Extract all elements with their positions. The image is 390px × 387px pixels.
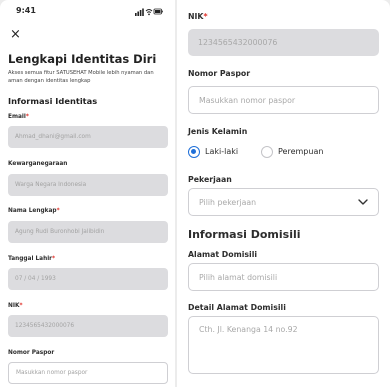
paspor-placeholder: Masukkan nomor paspor — [199, 95, 296, 105]
section-title-identitas: Informasi Identitas — [8, 96, 98, 106]
status-time: 9:41 — [16, 6, 36, 15]
nik-label: NIK* — [8, 303, 23, 309]
email-value: Ahmad_dhani@gmail.com — [15, 134, 91, 140]
required-mark: * — [203, 12, 208, 21]
radio-laki-laki[interactable] — [188, 146, 200, 158]
alamat-domisili-label: Alamat Domisili — [188, 250, 258, 259]
detail-alamat-label: Detail Alamat Domisili — [188, 303, 286, 312]
chevron-down-icon — [358, 199, 368, 205]
close-icon[interactable]: × — [10, 28, 21, 41]
kewarganegaraan-value: Warga Negara Indonesia — [15, 182, 87, 188]
page-subtitle: Akses semua fitur SATUSEHAT Mobile lebih… — [8, 70, 154, 84]
radio-laki-laki-label[interactable]: Laki-laki — [205, 147, 238, 156]
detail-alamat-textarea[interactable]: Cth. Jl. Kenanga 14 no.92 — [188, 316, 379, 374]
email-field: Ahmad_dhani@gmail.com — [8, 126, 168, 148]
tanggal-lahir-field: 07 / 04 / 1993 — [8, 268, 168, 290]
radio-perempuan[interactable] — [261, 146, 273, 158]
nik-field: 1234565432000076 — [8, 315, 168, 337]
radio-perempuan-label[interactable]: Perempuan — [278, 147, 323, 156]
nik-value: 1234565432000076 — [15, 323, 75, 329]
page-title: Lengkapi Identitas Diri — [8, 52, 157, 66]
nik-field: 1234565432000076 — [188, 29, 379, 56]
paspor-label: Nomor Paspor — [188, 69, 251, 78]
nama-field: Agung Rudi Buronhobi Jalibidin — [8, 221, 168, 243]
pekerjaan-placeholder: Pilih pekerjaan — [199, 197, 257, 207]
kewarganegaraan-label: Kewarganegaraan — [8, 161, 68, 167]
paspor-placeholder: Masukkan nomor paspor — [16, 370, 88, 376]
tanggal-lahir-value: 07 / 04 / 1993 — [15, 276, 56, 282]
pekerjaan-select[interactable]: Pilih pekerjaan — [188, 188, 379, 216]
section-title-domisili: Informasi Domisili — [188, 228, 301, 241]
alamat-domisili-select[interactable]: Pilih alamat domisili — [188, 263, 379, 291]
paspor-input[interactable]: Masukkan nomor paspor — [8, 362, 168, 384]
nama-label: Nama Lengkap* — [8, 208, 60, 214]
left-screen: 9:41 × Lengkapi Identitas Diri Akses sem… — [0, 0, 175, 387]
required-mark: * — [52, 256, 56, 262]
kewarganegaraan-field: Warga Negara Indonesia — [8, 174, 168, 196]
jenis-kelamin-label: Jenis Kelamin — [188, 127, 248, 136]
tanggal-lahir-label: Tanggal Lahir* — [8, 256, 56, 262]
email-label: Email* — [8, 114, 29, 120]
status-bar: 9:41 — [8, 4, 167, 20]
paspor-label: Nomor Paspor — [8, 350, 55, 356]
detail-alamat-placeholder: Cth. Jl. Kenanga 14 no.92 — [199, 325, 298, 334]
nik-value: 1234565432000076 — [198, 38, 278, 47]
required-mark: * — [56, 208, 60, 214]
required-mark: * — [25, 114, 29, 120]
nik-label: NIK* — [188, 12, 208, 21]
paspor-input[interactable]: Masukkan nomor paspor — [188, 86, 379, 114]
signal-wifi-battery-icon — [135, 8, 163, 16]
required-mark: * — [19, 303, 23, 309]
screens-stage: 9:41 × Lengkapi Identitas Diri Akses sem… — [0, 0, 390, 387]
alamat-domisili-placeholder: Pilih alamat domisili — [199, 272, 278, 282]
gender-radio-group: Laki-laki Perempuan — [188, 146, 378, 160]
right-screen: NIK* 1234565432000076 Nomor Paspor Masuk… — [177, 0, 390, 387]
pekerjaan-label: Pekerjaan — [188, 175, 232, 184]
nama-value: Agung Rudi Buronhobi Jalibidin — [15, 229, 105, 235]
